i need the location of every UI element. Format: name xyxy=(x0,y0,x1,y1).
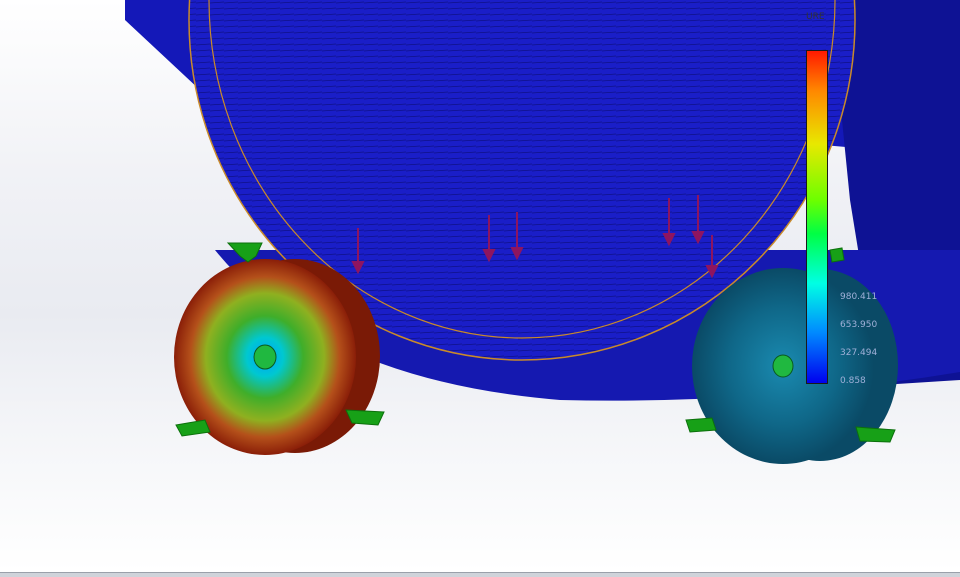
legend-label-3: 327.494 xyxy=(840,348,878,358)
simulation-viewport[interactable]: URE 980.411 653.950 327.494 0.858 xyxy=(0,0,960,572)
fixture-right-left xyxy=(685,417,717,433)
legend-label-4: 0.858 xyxy=(840,376,866,386)
color-scale-bar xyxy=(806,50,828,384)
legend-label-2: 653.950 xyxy=(840,320,878,330)
fixture-right-bottom xyxy=(855,426,896,443)
fixture-left-right xyxy=(345,409,385,426)
legend-title: URE xyxy=(806,12,825,22)
legend-label-1: 980.411 xyxy=(840,292,878,302)
status-bar xyxy=(0,572,960,577)
fixture-right-top xyxy=(829,247,845,263)
fixture-left-bottom xyxy=(175,419,211,437)
